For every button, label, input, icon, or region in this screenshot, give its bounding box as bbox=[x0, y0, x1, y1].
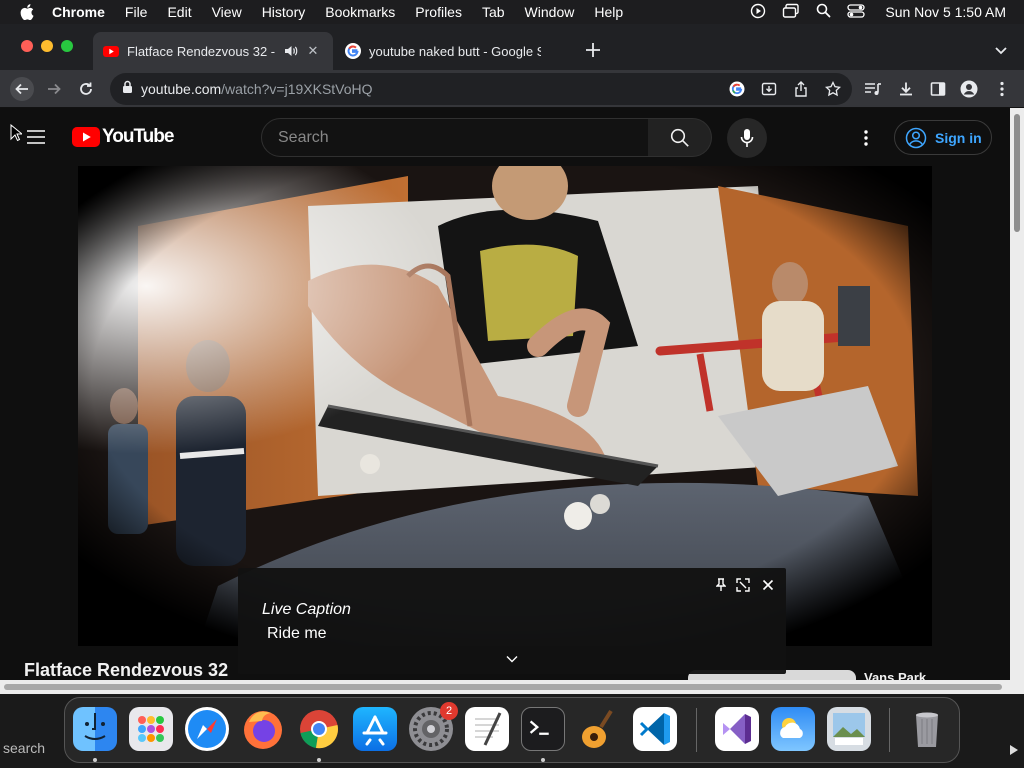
account-circle-icon bbox=[905, 127, 927, 148]
mouse-pointer-icon bbox=[10, 123, 24, 147]
sign-in-button[interactable]: Sign in bbox=[894, 120, 992, 155]
desktop-play-icon bbox=[1010, 742, 1018, 760]
tab-audio-icon[interactable] bbox=[283, 43, 299, 59]
dock-separator bbox=[889, 708, 890, 752]
related-video-title[interactable]: Vans Park bbox=[864, 670, 926, 680]
new-tab-icon[interactable] bbox=[584, 41, 602, 59]
preview-icon[interactable] bbox=[827, 707, 871, 751]
menu-help[interactable]: Help bbox=[594, 4, 623, 20]
weather-icon[interactable] bbox=[771, 707, 815, 751]
pin-icon[interactable] bbox=[714, 578, 728, 592]
menu-app-name[interactable]: Chrome bbox=[52, 4, 105, 20]
install-app-icon[interactable] bbox=[761, 81, 777, 102]
video-title[interactable]: Flatface Rendezvous 32 bbox=[24, 660, 228, 680]
bookmark-star-icon[interactable] bbox=[824, 80, 842, 102]
tab-strip: Flatface Rendezvous 32 - ✕ youtube naked… bbox=[0, 24, 1024, 70]
share-icon[interactable] bbox=[794, 81, 808, 102]
vertical-scrollbar[interactable] bbox=[1010, 108, 1024, 694]
profile-icon[interactable] bbox=[958, 78, 980, 100]
youtube-logo-text: YouTube bbox=[102, 126, 174, 147]
textedit-icon[interactable] bbox=[465, 707, 509, 751]
google-lens-icon[interactable] bbox=[729, 81, 745, 102]
youtube-logo[interactable]: YouTube bbox=[72, 126, 174, 148]
youtube-logo-icon bbox=[72, 127, 100, 147]
address-bar[interactable]: youtube.com/watch?v=j19XKStVoHQ bbox=[110, 73, 852, 105]
finder-running-dot bbox=[93, 758, 97, 762]
search-icon bbox=[670, 128, 689, 147]
settings-kebab-icon[interactable] bbox=[864, 130, 868, 151]
horizontal-scrollbar[interactable] bbox=[0, 680, 1010, 694]
sign-in-label: Sign in bbox=[935, 129, 982, 146]
lock-icon[interactable] bbox=[122, 80, 133, 99]
screen-mirroring-icon[interactable] bbox=[782, 3, 800, 22]
live-caption-heading: Live Caption bbox=[262, 601, 351, 618]
tab-title: Flatface Rendezvous 32 - bbox=[127, 43, 276, 59]
menu-tab[interactable]: Tab bbox=[482, 4, 505, 20]
menu-edit[interactable]: Edit bbox=[167, 4, 191, 20]
media-control-icon[interactable] bbox=[862, 78, 884, 100]
side-panel-icon[interactable] bbox=[927, 78, 949, 100]
tab-google-search[interactable]: youtube naked butt - Google S bbox=[335, 32, 575, 70]
search-input[interactable]: Search bbox=[261, 118, 649, 157]
menu-file[interactable]: File bbox=[125, 4, 148, 20]
reload-icon[interactable] bbox=[75, 78, 97, 100]
menu-history[interactable]: History bbox=[262, 4, 306, 20]
expand-icon[interactable] bbox=[736, 578, 750, 592]
terminal-running-dot bbox=[541, 758, 545, 762]
zoom-window-button[interactable] bbox=[61, 40, 73, 52]
launchpad-icon[interactable] bbox=[129, 707, 173, 751]
play-status-icon[interactable] bbox=[750, 3, 766, 22]
finder-icon[interactable] bbox=[73, 707, 117, 751]
caption-expand-chevron-icon[interactable] bbox=[506, 650, 518, 668]
back-arrow-icon[interactable] bbox=[10, 77, 34, 101]
browser-toolbar: youtube.com/watch?v=j19XKStVoHQ bbox=[0, 70, 1024, 108]
chrome-icon[interactable] bbox=[297, 707, 341, 751]
firefox-icon[interactable] bbox=[241, 707, 285, 751]
dock bbox=[64, 697, 960, 763]
trash-icon[interactable] bbox=[905, 707, 949, 751]
url-text[interactable]: youtube.com/watch?v=j19XKStVoHQ bbox=[141, 81, 373, 97]
menu-profiles[interactable]: Profiles bbox=[415, 4, 462, 20]
visual-studio-icon[interactable] bbox=[715, 707, 759, 751]
horizontal-scroll-thumb[interactable] bbox=[4, 684, 1002, 690]
tab-search-chevron-icon[interactable] bbox=[994, 43, 1010, 57]
downloads-icon[interactable] bbox=[895, 78, 917, 100]
menu-view[interactable]: View bbox=[212, 4, 242, 20]
google-favicon-icon bbox=[345, 43, 361, 59]
terminal-icon[interactable] bbox=[521, 707, 565, 751]
search-placeholder: Search bbox=[278, 128, 329, 146]
garageband-icon[interactable] bbox=[577, 707, 621, 751]
menu-bookmarks[interactable]: Bookmarks bbox=[325, 4, 395, 20]
chrome-running-dot bbox=[317, 758, 321, 762]
caption-close-icon[interactable] bbox=[761, 578, 775, 592]
microphone-icon bbox=[740, 129, 754, 147]
menu-clock[interactable]: Sun Nov 5 1:50 AM bbox=[885, 4, 1006, 20]
tab-title: youtube naked butt - Google S bbox=[369, 43, 541, 59]
youtube-header: YouTube Search Sign in bbox=[0, 108, 1010, 166]
menu-bar: Chrome File Edit View History Bookmarks … bbox=[0, 0, 1024, 24]
dock-separator bbox=[696, 708, 697, 752]
spotlight-search-icon[interactable] bbox=[816, 3, 831, 21]
voice-search-button[interactable] bbox=[727, 118, 767, 158]
apple-menu-icon[interactable] bbox=[18, 3, 36, 21]
close-window-button[interactable] bbox=[21, 40, 33, 52]
minimize-window-button[interactable] bbox=[41, 40, 53, 52]
hamburger-menu-icon[interactable] bbox=[26, 129, 46, 150]
search-button[interactable] bbox=[648, 118, 712, 157]
live-caption-panel: Live Caption Ride me bbox=[238, 568, 786, 674]
youtube-favicon-icon bbox=[103, 43, 119, 59]
settings-notification-badge: 2 bbox=[440, 702, 458, 720]
app-store-icon[interactable] bbox=[353, 707, 397, 751]
safari-icon[interactable] bbox=[185, 707, 229, 751]
control-center-icon[interactable] bbox=[847, 3, 866, 22]
menu-window[interactable]: Window bbox=[525, 4, 575, 20]
forward-arrow-icon[interactable] bbox=[43, 78, 65, 100]
vertical-scroll-thumb[interactable] bbox=[1014, 114, 1020, 232]
kebab-menu-icon[interactable] bbox=[991, 78, 1013, 100]
vscode-icon[interactable] bbox=[633, 707, 677, 751]
tab-youtube[interactable]: Flatface Rendezvous 32 - ✕ bbox=[93, 32, 333, 70]
tab-close-icon[interactable]: ✕ bbox=[305, 43, 321, 59]
live-caption-text: Ride me bbox=[267, 625, 327, 642]
desktop-search-label: search bbox=[3, 740, 46, 756]
